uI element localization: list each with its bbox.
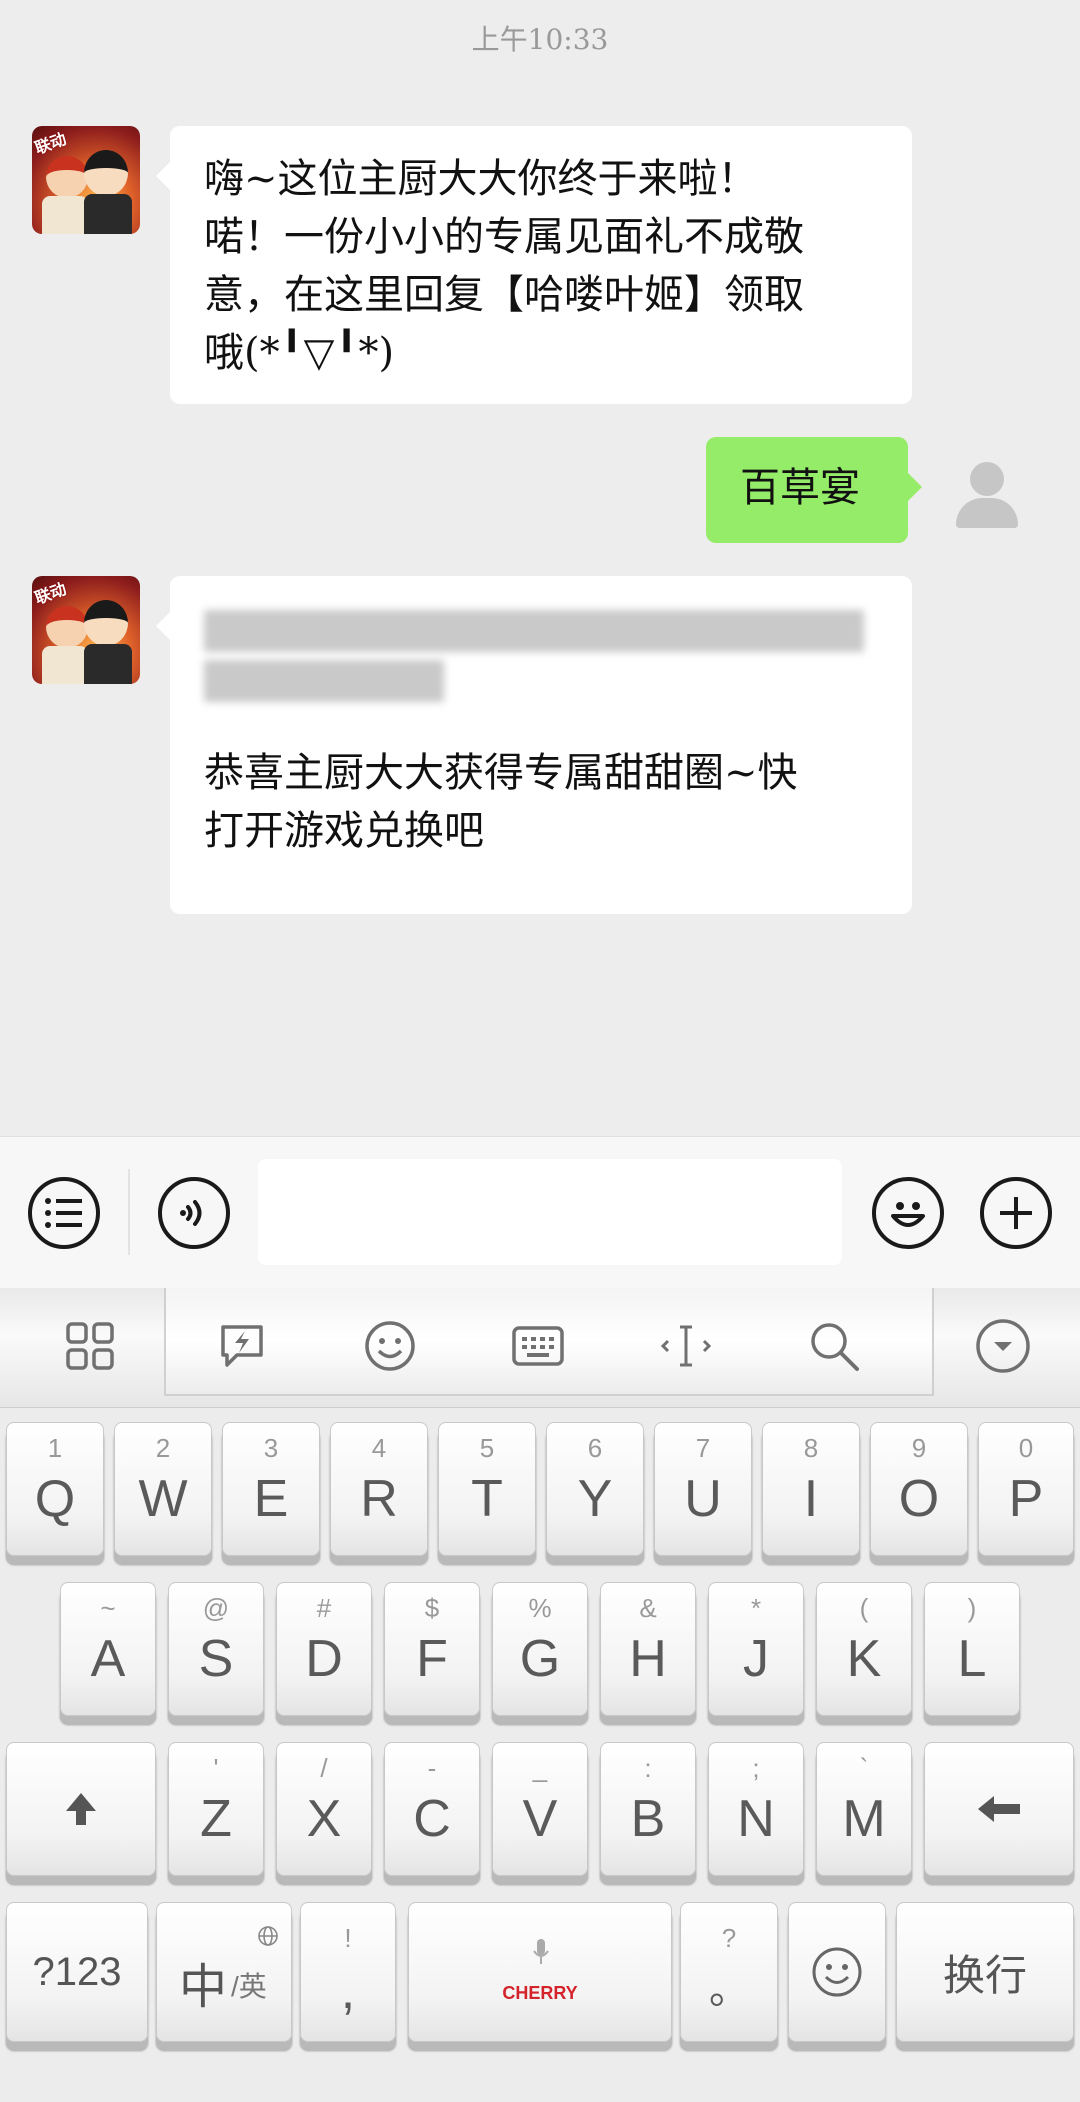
avatar-tag: 联动 xyxy=(32,129,69,158)
comma-key[interactable]: ! , xyxy=(300,1902,396,2042)
search-icon[interactable] xyxy=(806,1318,862,1374)
voice-icon[interactable] xyxy=(158,1177,230,1249)
key-n[interactable]: ; N xyxy=(708,1742,804,1876)
user-head-icon xyxy=(970,462,1004,496)
key-k[interactable]: (K xyxy=(816,1582,912,1716)
apps-icon[interactable] xyxy=(62,1318,118,1374)
avatar-tag: 联动 xyxy=(32,579,69,608)
language-key[interactable]: 中 /英 xyxy=(156,1902,292,2042)
key-a[interactable]: ~ A xyxy=(60,1582,156,1716)
message-bubble[interactable]: 嗨~这位主厨大大你终于来啦！ 喏！一份小小的专属见面礼不成敬 意，在这里回复【哈… xyxy=(156,126,912,404)
timestamp: 上午10:33 xyxy=(471,23,609,56)
emoji-icon xyxy=(812,1947,862,1997)
keyboard-toolbar xyxy=(0,1288,1080,1408)
key-g[interactable]: % G xyxy=(492,1582,588,1716)
brand-logo: CHERRY xyxy=(502,1983,578,2003)
message-input[interactable] xyxy=(258,1159,842,1265)
key-q[interactable]: 1Q xyxy=(6,1422,104,1556)
chat-input-bar xyxy=(0,1136,1080,1288)
key-o[interactable]: 9O xyxy=(870,1422,968,1556)
key-c[interactable]: -C xyxy=(384,1742,480,1876)
enter-key[interactable]: 换行 xyxy=(896,1902,1074,2042)
backspace-icon xyxy=(978,1796,1020,1822)
key-v[interactable]: _ V xyxy=(492,1742,588,1876)
key-b[interactable]: :B xyxy=(600,1742,696,1876)
emoji-icon[interactable] xyxy=(362,1318,418,1374)
cursor-icon[interactable] xyxy=(658,1318,714,1374)
backspace-key[interactable] xyxy=(924,1742,1074,1876)
message-line: 哦(*╹▽╹*) xyxy=(204,330,395,376)
key-y[interactable]: 6Y xyxy=(546,1422,644,1556)
key-j[interactable]: * J xyxy=(708,1582,804,1716)
key-h[interactable]: & H xyxy=(600,1582,696,1716)
globe-icon xyxy=(258,1926,278,1946)
microphone-icon xyxy=(533,1939,549,1964)
message-line: 嗨~这位主厨大大你终于来啦！ xyxy=(204,156,758,202)
shift-icon xyxy=(66,1793,96,1825)
key-z[interactable]: ' Z xyxy=(168,1742,264,1876)
message-line: 打开游戏兑换吧 xyxy=(204,808,484,854)
key-m[interactable]: ` M xyxy=(816,1742,912,1876)
key-u[interactable]: 7U xyxy=(654,1422,752,1556)
collapse-icon[interactable] xyxy=(975,1318,1031,1374)
emoji-key[interactable] xyxy=(788,1902,886,2042)
key-x[interactable]: / X xyxy=(276,1742,372,1876)
key-w[interactable]: 2W xyxy=(114,1422,212,1556)
sent-message-bubble[interactable]: 百草宴 xyxy=(706,437,922,543)
keyboard-icon[interactable] xyxy=(510,1318,566,1374)
key-e[interactable]: 3E xyxy=(222,1422,320,1556)
plus-icon[interactable] xyxy=(980,1177,1052,1249)
emoji-icon[interactable] xyxy=(872,1177,944,1249)
key-i[interactable]: 8I xyxy=(762,1422,860,1556)
list-icon[interactable] xyxy=(28,1177,100,1249)
symbols-key[interactable]: ?123 xyxy=(6,1902,148,2042)
bot-avatar[interactable]: 联动 xyxy=(32,126,140,234)
message-line: 意，在这里回复【哈喽叶姬】领取 xyxy=(204,272,804,318)
key-d[interactable]: # D xyxy=(276,1582,372,1716)
redacted-text xyxy=(204,600,878,706)
message-bubble[interactable]: 恭喜主厨大大获得专属甜甜圈~快 打开游戏兑换吧 xyxy=(156,576,912,914)
space-key[interactable]: CHERRY xyxy=(408,1902,672,2042)
key-f[interactable]: $ F xyxy=(384,1582,480,1716)
key-p[interactable]: 0P xyxy=(978,1422,1074,1556)
shift-key[interactable] xyxy=(6,1742,156,1876)
quick-reply-icon[interactable] xyxy=(214,1318,270,1374)
message-line: 恭喜主厨大大获得专属甜甜圈~快 xyxy=(204,750,798,796)
key-t[interactable]: 5T xyxy=(438,1422,536,1556)
key-r[interactable]: 4R xyxy=(330,1422,428,1556)
key-s[interactable]: @ S xyxy=(168,1582,264,1716)
user-avatar[interactable] xyxy=(932,434,1040,542)
message-text: 百草宴 xyxy=(740,465,860,511)
message-line: 喏！一份小小的专属见面礼不成敬 xyxy=(204,214,804,260)
keyboard: 1Q 2W 3E 4R 5T 6Y 7U 8I 9O 0P ~ A @ S # D $… xyxy=(0,1408,1080,2102)
bot-avatar[interactable]: 联动 xyxy=(32,576,140,684)
period-key[interactable]: ? 。 xyxy=(680,1902,778,2042)
key-l[interactable]: ) L xyxy=(924,1582,1020,1716)
